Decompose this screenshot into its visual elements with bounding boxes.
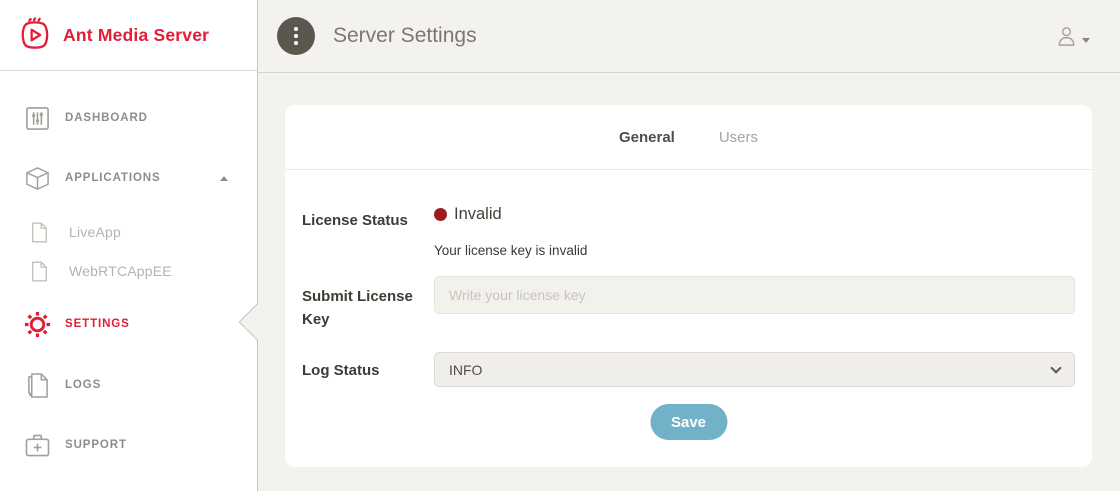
log-status-select[interactable]: INFO [434, 352, 1075, 387]
logs-icon [24, 373, 51, 398]
file-icon [26, 222, 53, 243]
sidebar-item-label: SETTINGS [65, 318, 130, 330]
applications-icon [24, 166, 51, 191]
sidebar-item-label: SUPPORT [65, 439, 127, 451]
sidebar-item-applications[interactable]: APPLICATIONS [0, 158, 257, 198]
license-status-text: Invalid [454, 205, 502, 224]
tab-bar: General Users [285, 105, 1092, 170]
sidebar-item-logs[interactable]: LOGS [0, 365, 257, 405]
sidebar: Ant Media Server DASHBOARD [0, 0, 258, 491]
save-button[interactable]: Save [650, 404, 727, 440]
support-icon [24, 434, 51, 457]
server-settings-card: General Users License Status Invalid You… [285, 105, 1092, 467]
sidebar-item-label: LiveApp [69, 224, 121, 240]
file-icon [26, 261, 53, 282]
user-icon [1055, 25, 1078, 48]
log-status-selected-value: INFO [449, 362, 482, 378]
license-key-input[interactable] [434, 276, 1075, 314]
page-title: Server Settings [333, 24, 477, 48]
sidebar-item-support[interactable]: SUPPORT [0, 425, 257, 465]
sidebar-item-label: DASHBOARD [65, 112, 148, 124]
collapse-arrow-icon[interactable] [220, 176, 228, 181]
page-header: Server Settings [258, 0, 1120, 73]
license-status-label: License Status [302, 209, 408, 232]
log-status-label: Log Status [302, 359, 380, 382]
brand-logo[interactable]: Ant Media Server [0, 0, 257, 71]
tab-general[interactable]: General [619, 129, 675, 146]
chevron-down-icon [1082, 38, 1090, 43]
sidebar-item-label: APPLICATIONS [65, 172, 161, 184]
sidebar-item-settings[interactable]: SETTINGS [0, 304, 257, 344]
license-status-value: Invalid [434, 205, 502, 224]
sidebar-item-webrtcappee[interactable]: WebRTCAppEE [0, 254, 257, 288]
kebab-menu-button[interactable] [277, 17, 315, 55]
sidebar-item-label: WebRTCAppEE [69, 263, 172, 279]
sidebar-item-dashboard[interactable]: DASHBOARD [0, 98, 257, 138]
submit-license-key-label: Submit License Key [302, 285, 420, 332]
ant-media-logo-icon [15, 16, 53, 54]
tab-users[interactable]: Users [719, 129, 758, 146]
chevron-down-icon [1050, 362, 1061, 373]
kebab-menu-icon [294, 27, 298, 31]
status-dot-icon [434, 208, 447, 221]
sidebar-nav: DASHBOARD APPLICATIONS LiveApp [0, 98, 257, 465]
brand-name: Ant Media Server [63, 25, 209, 46]
sidebar-item-label: LOGS [65, 379, 101, 391]
license-status-detail: Your license key is invalid [434, 243, 587, 258]
sidebar-item-liveapp[interactable]: LiveApp [0, 215, 257, 249]
user-menu-button[interactable] [1055, 25, 1090, 48]
dashboard-icon [24, 106, 51, 131]
gear-icon [24, 311, 51, 338]
